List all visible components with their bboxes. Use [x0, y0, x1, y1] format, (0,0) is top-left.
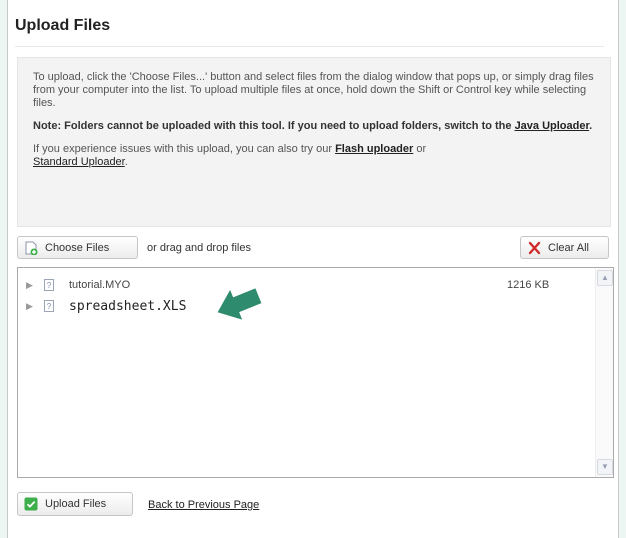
note-text: Note: Folders cannot be uploaded with th… [33, 120, 596, 133]
file-size: 1216 KB [507, 279, 550, 291]
add-file-icon [24, 241, 38, 255]
back-to-previous-page-link[interactable]: Back to Previous Page [148, 499, 259, 511]
file-list[interactable]: ▶ ? tutorial.MYO 1216 KB ▶ ? spreadsheet… [17, 267, 614, 478]
flash-uploader-link[interactable]: Flash uploader [335, 143, 413, 155]
note-body: Note: Folders cannot be uploaded with th… [33, 120, 515, 132]
file-name: spreadsheet.XLS [69, 299, 187, 314]
note-period: . [589, 120, 593, 132]
title-divider [15, 46, 604, 47]
checkmark-icon [24, 497, 38, 511]
alternatives-body: If you experience issues with this uploa… [33, 143, 336, 155]
upload-files-label: Upload Files [45, 498, 107, 510]
scroll-up-icon[interactable]: ▲ [597, 270, 613, 286]
file-row[interactable]: ▶ ? spreadsheet.XLS [18, 298, 596, 316]
instructions-text: To upload, click the 'Choose Files...' b… [33, 71, 594, 109]
instructions-panel: To upload, click the 'Choose Files...' b… [17, 57, 611, 227]
clear-all-label: Clear All [548, 241, 589, 254]
upload-dialog: Upload Files To upload, click the 'Choos… [7, 0, 619, 538]
alternatives-period: . [124, 156, 128, 168]
clear-all-button[interactable]: Clear All [520, 236, 609, 259]
pointer-arrow-icon [217, 288, 262, 320]
scroll-down-icon[interactable]: ▼ [597, 459, 613, 475]
expand-triangle-icon[interactable]: ▶ [26, 301, 33, 312]
choose-files-button[interactable]: Choose Files [17, 236, 138, 259]
java-uploader-link[interactable]: Java Uploader [515, 120, 590, 132]
alternatives-or: or [413, 143, 427, 155]
file-row[interactable]: ▶ ? tutorial.MYO 1216 KB [18, 277, 596, 295]
drag-drop-hint: or drag and drop files [147, 242, 251, 254]
unknown-file-icon: ? [44, 279, 54, 291]
choose-files-label: Choose Files [45, 241, 110, 254]
dialog-title: Upload Files [15, 17, 111, 34]
standard-uploader-link[interactable]: Standard Uploader [33, 156, 125, 168]
clear-x-icon [527, 241, 541, 255]
expand-triangle-icon[interactable]: ▶ [26, 280, 33, 291]
file-list-scrollbar[interactable]: ▲ ▼ [595, 268, 613, 477]
alternatives-text: If you experience issues with this uploa… [33, 143, 596, 169]
upload-files-button[interactable]: Upload Files [17, 492, 133, 516]
file-name: tutorial.MYO [69, 279, 131, 291]
file-toolbar: Choose Files or drag and drop files Clea… [17, 236, 613, 260]
unknown-file-icon: ? [44, 300, 54, 312]
